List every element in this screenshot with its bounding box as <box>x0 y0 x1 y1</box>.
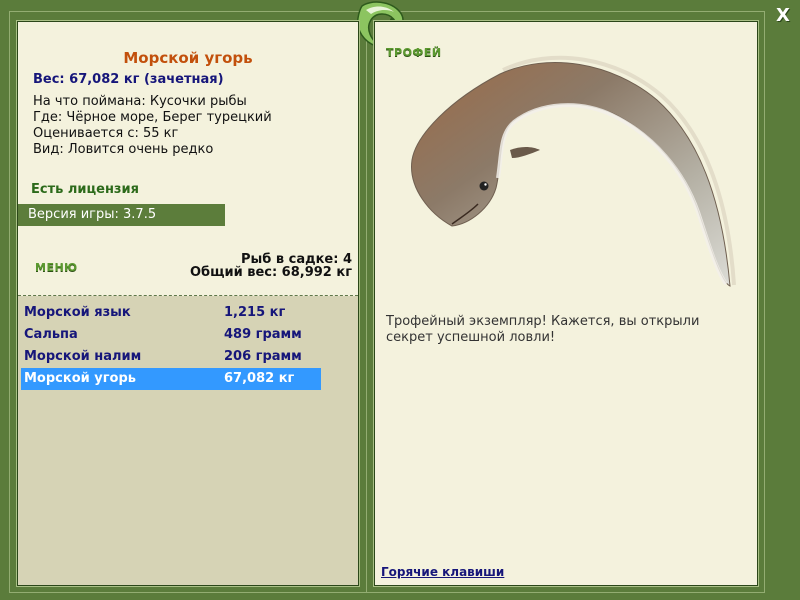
catch-row[interactable]: Морской язык 1,215 кг <box>21 302 321 324</box>
eel-body <box>411 61 731 287</box>
catch-fish-name: Морской налим <box>24 349 142 364</box>
hotkeys-link[interactable]: Горячие клавиши <box>381 565 504 579</box>
catch-fish-name: Морской угорь <box>24 371 136 386</box>
catch-row[interactable]: Морской налим 206 грамм <box>21 346 321 368</box>
trophy-threshold-info: Оценивается с: 55 кг <box>33 126 179 141</box>
eel-eye-highlight <box>484 183 487 186</box>
frame-divider <box>366 11 367 593</box>
catch-list: Морской язык 1,215 кг Сальпа 489 грамм М… <box>21 302 321 390</box>
catch-fish-weight: 67,082 кг <box>224 371 295 386</box>
catch-list-area: Морской язык 1,215 кг Сальпа 489 грамм М… <box>18 296 358 585</box>
location-info: Где: Чёрное море, Берег турецкий <box>33 110 272 125</box>
trophy-description: Трофейный экземпляр! Кажется, вы открыли… <box>386 314 700 345</box>
catch-fish-name: Сальпа <box>24 327 78 342</box>
keepnet-total-weight: Общий вес: 68,992 кг <box>189 265 352 280</box>
conger-eel-image <box>411 55 736 287</box>
license-status: Есть лицензия <box>31 182 139 197</box>
catch-row[interactable]: Морской угорь 67,082 кг <box>21 368 321 390</box>
fish-name-title: Морской угорь <box>123 49 253 67</box>
catch-fish-name: Морской язык <box>24 305 131 320</box>
fish-weight: Вес: 67,082 кг (зачетная) <box>33 72 224 87</box>
bait-info: На что поймана: Кусочки рыбы <box>33 94 247 109</box>
catch-fish-weight: 489 грамм <box>224 327 302 342</box>
menu-label: МЕНЮ <box>35 261 78 274</box>
fish-info-panel: Морской угорь Вес: 67,082 кг (зачетная) … <box>17 21 359 586</box>
trophy-panel: ТРОФЕЙ Трофейный экземпляр! Кажется, вы … <box>374 21 758 586</box>
rarity-info: Вид: Ловится очень редко <box>33 142 214 157</box>
eel-eye <box>479 181 489 191</box>
keepnet-summary: Рыб в садке: 4 Общий вес: 68,992 кг <box>190 253 352 279</box>
catch-fish-weight: 206 грамм <box>224 349 302 364</box>
eel-pectoral-fin <box>510 147 540 158</box>
catch-fish-weight: 1,215 кг <box>224 305 286 320</box>
game-version: Версия игры: 3.7.5 <box>18 204 225 226</box>
catch-row[interactable]: Сальпа 489 грамм <box>21 324 321 346</box>
close-button[interactable]: X <box>774 5 792 27</box>
fish-details: На что поймана: Кусочки рыбы Где: Чёрное… <box>33 94 272 158</box>
